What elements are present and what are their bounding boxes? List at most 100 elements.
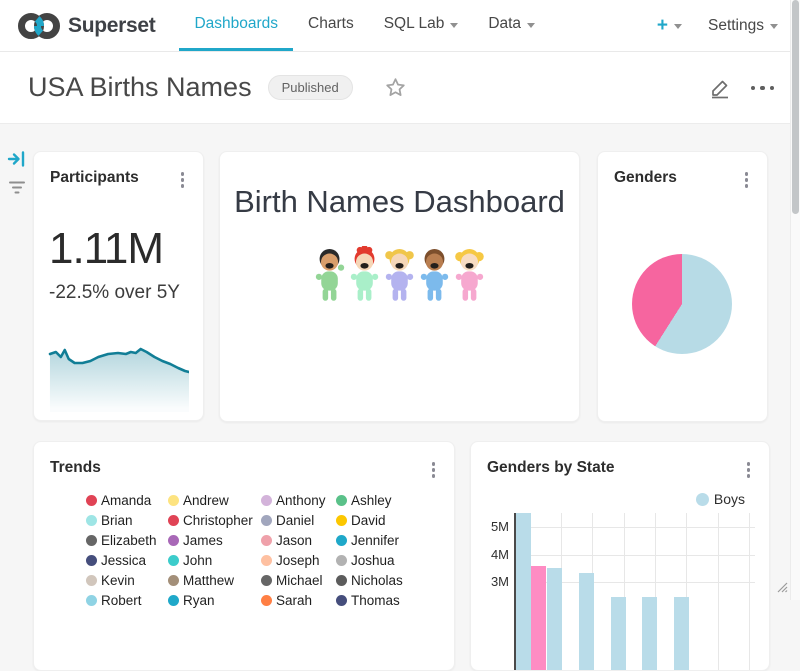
legend-swatch	[336, 495, 347, 506]
expand-filter-bar-icon[interactable]	[7, 150, 27, 173]
legend-item-thomas[interactable]: Thomas	[336, 590, 446, 610]
caret-down-icon	[770, 24, 778, 29]
legend-swatch	[168, 595, 179, 606]
chart-card-participants: Participants 1.11M -22.5% over 5Y	[33, 151, 204, 421]
legend-item-kevin[interactable]: Kevin	[86, 570, 168, 590]
legend-swatch	[86, 495, 97, 506]
settings-menu-button[interactable]: Settings	[708, 17, 778, 35]
legend-item-michael[interactable]: Michael	[261, 570, 336, 590]
bar-boys	[547, 568, 562, 671]
gridline	[515, 555, 755, 556]
legend-label: Sarah	[276, 593, 312, 608]
legend-swatch	[261, 555, 272, 566]
legend-item-amanda[interactable]: Amanda	[86, 490, 168, 510]
scrollbar-track[interactable]	[790, 0, 800, 600]
card-resize-handle[interactable]	[775, 580, 788, 598]
nav-tab-label: Data	[488, 15, 521, 33]
brand-home-link[interactable]: Superset	[0, 0, 155, 51]
legend-item-joseph[interactable]: Joseph	[261, 550, 336, 570]
sparkline-chart	[48, 345, 189, 412]
caret-down-icon	[674, 24, 682, 29]
card-header: Trends	[34, 442, 454, 481]
legend-item-christopher[interactable]: Christopher	[168, 510, 261, 530]
legend-swatch	[261, 495, 272, 506]
legend-item-ashley[interactable]: Ashley	[336, 490, 446, 510]
main-nav: Dashboards Charts SQL Lab Data	[179, 0, 550, 51]
edit-dashboard-icon[interactable]	[709, 77, 731, 99]
legend-item-andrew[interactable]: Andrew	[168, 490, 261, 510]
legend-label: Jason	[276, 533, 312, 548]
legend-item-jessica[interactable]: Jessica	[86, 550, 168, 570]
legend-swatch	[336, 515, 347, 526]
legend-swatch	[336, 575, 347, 586]
big-number-subheader: -22.5% over 5Y	[49, 282, 180, 304]
legend-label: Elizabeth	[101, 533, 157, 548]
gridline	[718, 513, 719, 671]
nav-tab-label: Dashboards	[194, 15, 278, 33]
plus-icon: +	[657, 15, 668, 37]
legend-label: Joseph	[276, 553, 320, 568]
caret-down-icon	[527, 23, 535, 28]
navbar-right: + Settings	[657, 0, 800, 51]
genders-pie-chart	[632, 254, 732, 354]
legend-label: Christopher	[183, 513, 253, 528]
caret-down-icon	[450, 23, 458, 28]
legend-item-anthony[interactable]: Anthony	[261, 490, 336, 510]
legend-item-david[interactable]: David	[336, 510, 446, 530]
legend-swatch	[336, 555, 347, 566]
legend-label: Joshua	[351, 553, 395, 568]
markdown-heading: Birth Names Dashboard	[220, 184, 579, 220]
nav-tab-charts[interactable]: Charts	[293, 0, 369, 51]
nav-tab-data[interactable]: Data	[473, 0, 550, 51]
published-badge[interactable]: Published	[268, 75, 353, 100]
more-actions-button[interactable]	[751, 86, 775, 91]
legend-item-daniel[interactable]: Daniel	[261, 510, 336, 530]
nav-tab-dashboards[interactable]: Dashboards	[179, 0, 293, 51]
legend-item-john[interactable]: John	[168, 550, 261, 570]
bar-boys	[611, 597, 626, 671]
legend-label: Anthony	[276, 493, 326, 508]
legend-item-joshua[interactable]: Joshua	[336, 550, 446, 570]
legend-label: Ryan	[183, 593, 215, 608]
legend-swatch	[261, 535, 272, 546]
header-actions	[709, 52, 775, 124]
new-item-button[interactable]: +	[657, 15, 682, 37]
legend-item-robert[interactable]: Robert	[86, 590, 168, 610]
card-header: Genders	[598, 152, 767, 191]
kids-illustration-wrap	[220, 246, 579, 304]
scrollbar-thumb[interactable]	[792, 0, 799, 214]
trends-legend: AmandaAndrew Anthony Ashley Brian Christophe…	[86, 490, 446, 610]
legend-swatch	[336, 595, 347, 606]
chart-card-genders-by-state: Genders by State Boys 5M 4M 3M	[470, 441, 770, 671]
legend-label: James	[183, 533, 223, 548]
markdown-card: Birth Names Dashboard	[219, 151, 580, 422]
nav-tab-sql-lab[interactable]: SQL Lab	[369, 0, 474, 51]
legend-item-jason[interactable]: Jason	[261, 530, 336, 550]
legend-label: Michael	[276, 573, 323, 588]
legend-item-ryan[interactable]: Ryan	[168, 590, 261, 610]
legend-item-james[interactable]: James	[168, 530, 261, 550]
legend-item-sarah[interactable]: Sarah	[261, 590, 336, 610]
legend-label: Brian	[101, 513, 133, 528]
chart-kebab-menu[interactable]	[177, 169, 189, 191]
favorite-star-icon[interactable]	[385, 77, 406, 98]
legend-item-nicholas[interactable]: Nicholas	[336, 570, 446, 590]
legend-item-brian[interactable]: Brian	[86, 510, 168, 530]
filter-icon[interactable]	[8, 180, 26, 200]
legend-item-elizabeth[interactable]: Elizabeth	[86, 530, 168, 550]
bar-boys	[642, 597, 657, 671]
legend-label: Matthew	[183, 573, 234, 588]
bar-boys	[579, 573, 594, 671]
superset-logo-icon	[16, 11, 62, 41]
chart-card-genders: Genders	[597, 151, 768, 422]
legend-label: David	[351, 513, 386, 528]
chart-kebab-menu[interactable]	[741, 169, 753, 191]
legend-label: Jennifer	[351, 533, 399, 548]
legend-swatch	[86, 535, 97, 546]
legend-item-jennifer[interactable]: Jennifer	[336, 530, 446, 550]
chart-kebab-menu[interactable]	[428, 459, 440, 481]
legend-item-matthew[interactable]: Matthew	[168, 570, 261, 590]
legend-label: Robert	[101, 593, 142, 608]
legend-swatch	[261, 595, 272, 606]
legend-swatch	[168, 535, 179, 546]
